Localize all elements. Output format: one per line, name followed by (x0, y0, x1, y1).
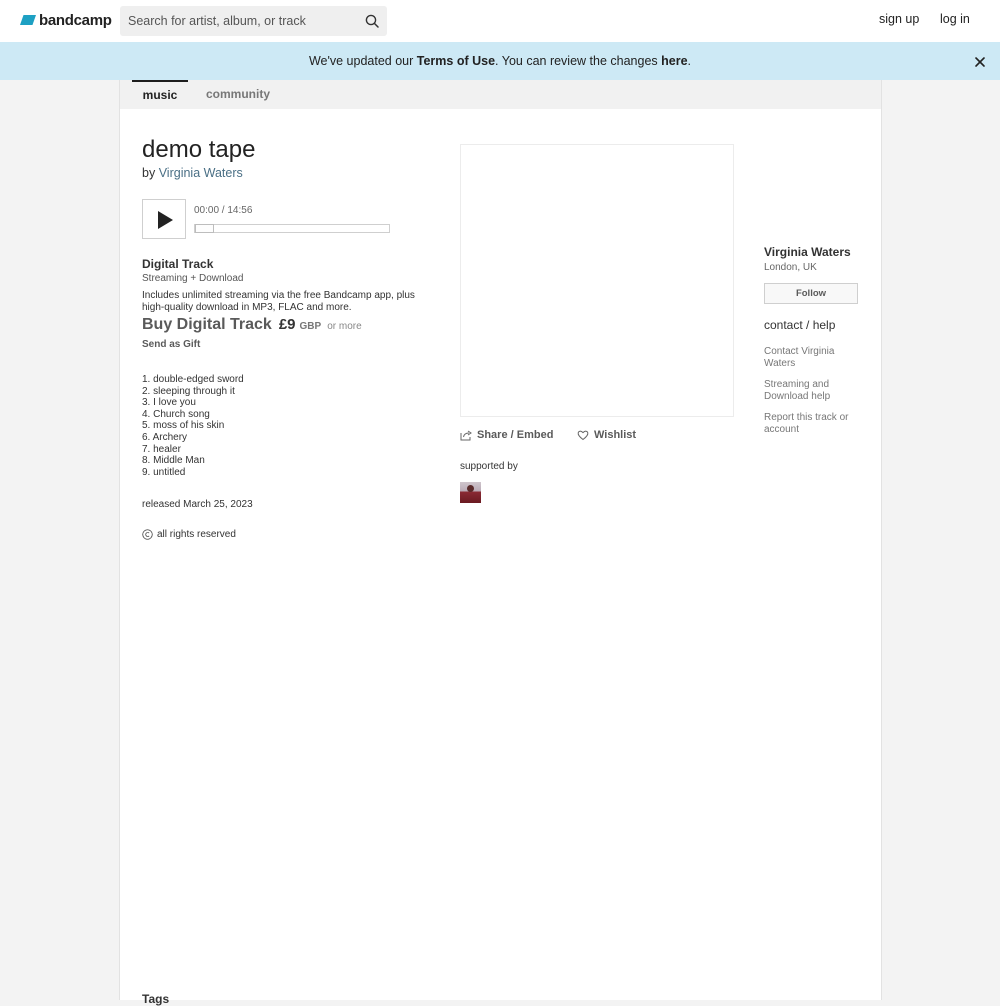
band-nav-tabs: music community (120, 80, 881, 109)
track-list-item[interactable]: 2. sleeping through it (142, 386, 244, 398)
contact-help-heading: contact / help (764, 318, 836, 332)
close-icon[interactable] (973, 55, 987, 69)
release-date: released March 25, 2023 (142, 499, 253, 510)
play-button[interactable] (142, 199, 186, 239)
search-input[interactable] (120, 6, 360, 36)
avatar-figure (467, 485, 474, 492)
byline: by Virginia Waters (142, 166, 243, 180)
by-label: by (142, 166, 156, 180)
artist-link[interactable]: Virginia Waters (159, 166, 243, 180)
wishlist-button[interactable]: Wishlist (577, 429, 636, 441)
playback-time: 00:00 / 14:56 (194, 205, 253, 216)
band-name-link[interactable]: Virginia Waters (764, 245, 851, 259)
heart-icon (577, 430, 589, 441)
logo-text: bandcamp (39, 11, 112, 29)
currency: GBP (299, 321, 322, 332)
track-list-item[interactable]: 9. untitled (142, 467, 244, 479)
share-embed-button[interactable]: Share / Embed (460, 429, 553, 441)
contact-artist-link[interactable]: Contact Virginia Waters (764, 346, 858, 369)
sign-up-link[interactable]: sign up (879, 12, 919, 26)
bandcamp-logo[interactable]: bandcamp (20, 10, 112, 30)
notice-suffix: . (687, 54, 692, 68)
track-list-item[interactable]: 5. moss of his skin (142, 420, 244, 432)
tags-heading: Tags (142, 992, 170, 1006)
format-title: Digital Track (142, 257, 214, 271)
log-in-link[interactable]: log in (940, 12, 970, 26)
copyright-icon (142, 529, 153, 540)
top-header: bandcamp sign up log in (0, 0, 1000, 42)
buy-digital-track-button[interactable]: Buy Digital Track (142, 316, 272, 334)
track-title: demo tape (142, 136, 256, 163)
notice-middle: . You can review the changes (495, 54, 662, 68)
format-description: Includes unlimited streaming via the fre… (142, 290, 415, 313)
track-list: 1. double-edged sword 2. sleeping throug… (142, 374, 244, 478)
supported-by-label: supported by (460, 461, 518, 472)
share-icon (460, 430, 472, 441)
search-icon[interactable] (365, 14, 379, 28)
tab-music[interactable]: music (132, 80, 188, 109)
notice-prefix: We've updated our (308, 54, 417, 68)
track-list-item[interactable]: 4. Church song (142, 409, 244, 421)
terms-notice-banner: We've updated our Terms of Use. You can … (0, 42, 1000, 80)
price: £9 (278, 316, 296, 333)
tab-community[interactable]: community (206, 80, 270, 109)
track-list-item[interactable]: 1. double-edged sword (142, 374, 244, 386)
report-link[interactable]: Report this track or account (764, 412, 858, 435)
track-list-item[interactable]: 7. healer (142, 444, 244, 456)
track-list-item[interactable]: 3. I love you (142, 397, 244, 409)
search-box (120, 6, 387, 36)
bandcamp-logo-icon (20, 15, 36, 25)
track-list-item[interactable]: 6. Archery (142, 432, 244, 444)
share-label: Share / Embed (477, 429, 554, 441)
buy-row: Buy Digital Track £9 GBP or more (142, 316, 362, 338)
terms-of-use-link[interactable]: Terms of Use (417, 54, 495, 68)
send-as-gift-link[interactable]: Send as Gift (142, 339, 200, 350)
progress-bar[interactable] (194, 224, 390, 233)
band-location: London, UK (764, 262, 817, 273)
wishlist-label: Wishlist (594, 429, 637, 441)
album-art[interactable] (460, 144, 734, 417)
track-list-item[interactable]: 8. Middle Man (142, 455, 244, 467)
play-icon (158, 211, 173, 229)
rights-text: all rights reserved (157, 529, 236, 540)
or-more-label: or more (327, 321, 362, 332)
rights-notice: all rights reserved (142, 529, 236, 540)
streaming-help-link[interactable]: Streaming and Download help (764, 379, 858, 402)
format-subtitle: Streaming + Download (142, 273, 244, 284)
progress-thumb[interactable] (195, 224, 214, 233)
notice-here-link[interactable]: here (661, 54, 687, 68)
supporter-avatar[interactable] (460, 482, 481, 503)
follow-button[interactable]: Follow (764, 283, 858, 304)
